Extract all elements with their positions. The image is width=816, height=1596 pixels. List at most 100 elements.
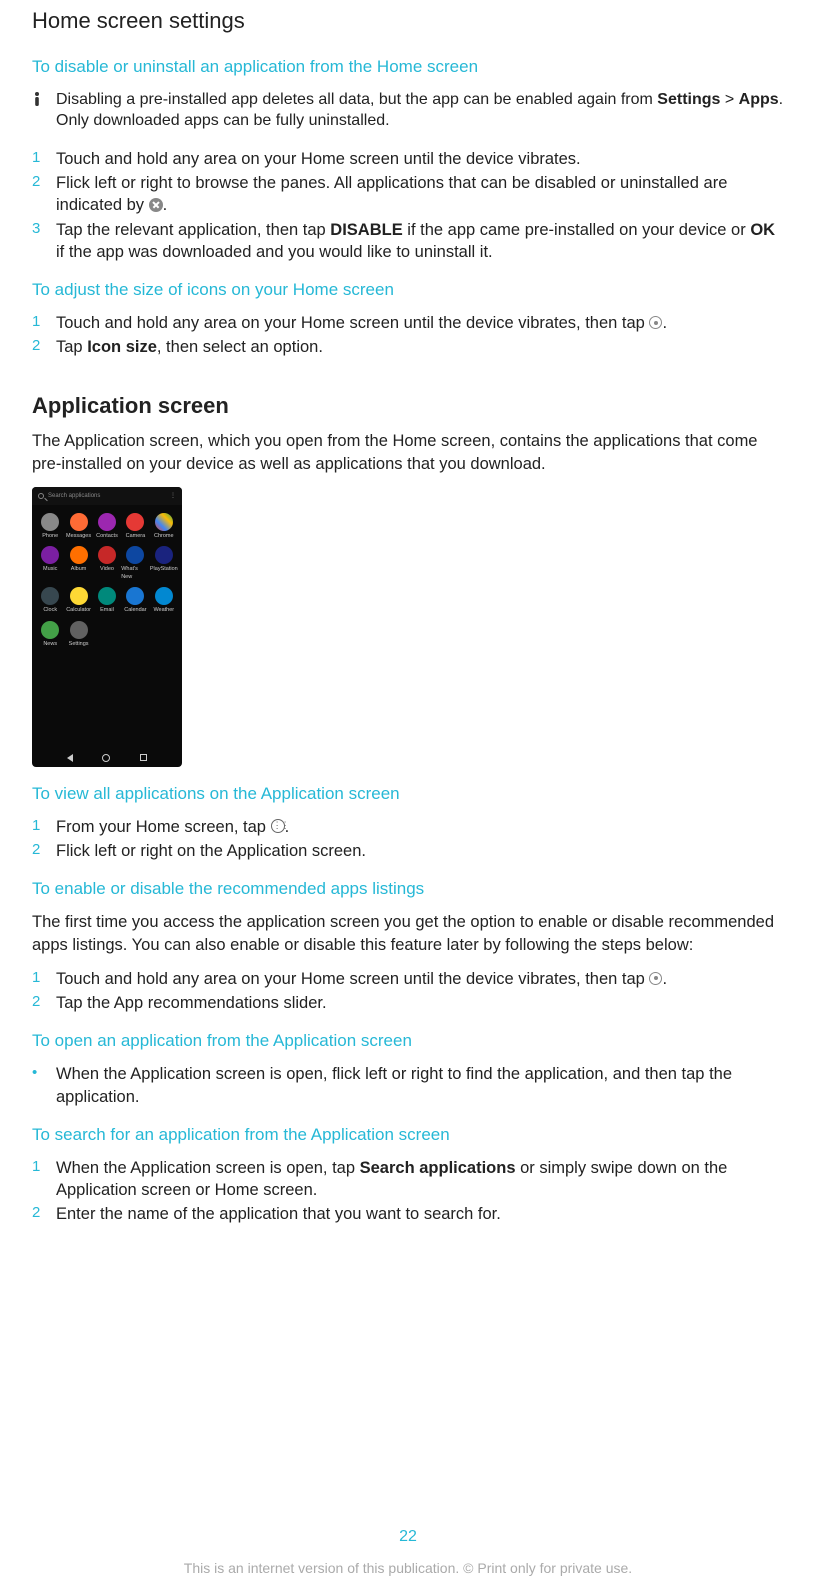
- section-heading-disable: To disable or uninstall an application f…: [32, 56, 784, 79]
- phone-search-text: Search applications: [48, 492, 100, 500]
- contacts-icon: [98, 513, 116, 531]
- step-number: 2: [32, 336, 46, 358]
- step-number: 1: [32, 1157, 46, 1202]
- step-text-part: if the app came pre-installed on your de…: [403, 221, 751, 239]
- app-label: Contacts: [96, 533, 118, 540]
- exclamation-icon: [32, 91, 46, 132]
- note-text-pre: Disabling a pre-installed app deletes al…: [56, 91, 657, 108]
- app-label: Weather: [153, 607, 174, 614]
- step-text: Touch and hold any area on your Home scr…: [56, 312, 784, 334]
- app-item: Calculator: [64, 587, 92, 614]
- app-item: PlayStation: [150, 546, 178, 581]
- steps-disable: 1 Touch and hold any area on your Home s…: [32, 148, 784, 263]
- step-number: 3: [32, 219, 46, 264]
- chrome-icon: [155, 513, 173, 531]
- step-text-part: Tap: [56, 338, 87, 356]
- playstation-icon: [155, 546, 173, 564]
- steps-recommended: 1 Touch and hold any area on your Home s…: [32, 968, 784, 1015]
- app-screen-screenshot: Search applications ⋮ Phone Messages Con…: [32, 487, 182, 767]
- step-number: 1: [32, 312, 46, 334]
- step-number: 2: [32, 172, 46, 217]
- note-row: Disabling a pre-installed app deletes al…: [32, 89, 784, 132]
- phone-nav-bar: [32, 749, 182, 767]
- section-heading-appscreen: Application screen: [32, 391, 784, 421]
- news-icon: [41, 621, 59, 639]
- step-text: Flick left or right to browse the panes.…: [56, 172, 784, 217]
- step-text: When the Application screen is open, tap…: [56, 1157, 784, 1202]
- app-item: Settings: [64, 621, 92, 648]
- step-number: 1: [32, 148, 46, 170]
- step-bold: Icon size: [87, 338, 157, 356]
- app-item: Chrome: [150, 513, 178, 540]
- app-label: Clock: [43, 607, 57, 614]
- email-icon: [98, 587, 116, 605]
- page-title: Home screen settings: [32, 6, 784, 36]
- step-text: From your Home screen, tap .: [56, 816, 784, 838]
- step-number: 2: [32, 840, 46, 862]
- page-number: 22: [0, 1526, 816, 1548]
- app-item: Album: [64, 546, 92, 581]
- step-number: 2: [32, 1203, 46, 1225]
- step-text-part: Touch and hold any area on your Home scr…: [56, 970, 649, 988]
- section-heading-iconsize: To adjust the size of icons on your Home…: [32, 279, 784, 302]
- app-label: What's New: [121, 566, 149, 581]
- app-item: What's New: [121, 546, 149, 581]
- appscreen-para: The Application screen, which you open f…: [32, 430, 784, 475]
- footer-text: This is an internet version of this publ…: [0, 1559, 816, 1578]
- section-heading-searchapp: To search for an application from the Ap…: [32, 1124, 784, 1147]
- phone-search-bar: Search applications ⋮: [32, 487, 182, 505]
- app-label: Calendar: [124, 607, 146, 614]
- section-heading-viewall: To view all applications on the Applicat…: [32, 783, 784, 806]
- step-text-part: When the Application screen is open, tap: [56, 1159, 360, 1177]
- step-number: 2: [32, 992, 46, 1014]
- album-icon: [70, 546, 88, 564]
- camera-icon: [126, 513, 144, 531]
- close-badge-icon: [149, 198, 163, 212]
- step-text-part: .: [662, 314, 667, 332]
- steps-viewall: 1 From your Home screen, tap . 2 Flick l…: [32, 816, 784, 863]
- step-text: Tap Icon size, then select an option.: [56, 336, 784, 358]
- app-item: Clock: [36, 587, 64, 614]
- note-settings: Settings: [657, 91, 720, 108]
- app-item: Video: [93, 546, 121, 581]
- app-label: Settings: [69, 641, 89, 648]
- weather-icon: [155, 587, 173, 605]
- steps-iconsize: 1 Touch and hold any area on your Home s…: [32, 312, 784, 359]
- settings-dot-icon: [649, 972, 662, 985]
- app-item: News: [36, 621, 64, 648]
- app-label: Calculator: [66, 607, 91, 614]
- whatsnew-icon: [126, 546, 144, 564]
- app-item: Camera: [121, 513, 149, 540]
- settings-dot-icon: [649, 316, 662, 329]
- app-label: PlayStation: [150, 566, 178, 573]
- step-text-part: .: [163, 196, 168, 214]
- note-text: Disabling a pre-installed app deletes al…: [56, 89, 784, 132]
- step-text: Touch and hold any area on your Home scr…: [56, 148, 784, 170]
- phone-icon: [41, 513, 59, 531]
- section-heading-recommended: To enable or disable the recommended app…: [32, 878, 784, 901]
- step-text: Tap the App recommendations slider.: [56, 992, 784, 1014]
- bullet-icon: •: [32, 1063, 46, 1108]
- step-text-part: .: [662, 970, 667, 988]
- step-text: Touch and hold any area on your Home scr…: [56, 968, 784, 990]
- app-item: Music: [36, 546, 64, 581]
- app-label: Phone: [42, 533, 58, 540]
- search-icon: [38, 493, 44, 499]
- app-label: News: [43, 641, 57, 648]
- recents-icon: [140, 754, 147, 761]
- calculator-icon: [70, 587, 88, 605]
- step-bold: Search applications: [360, 1159, 516, 1177]
- messages-icon: [70, 513, 88, 531]
- app-label: Email: [100, 607, 114, 614]
- step-text-part: From your Home screen, tap: [56, 818, 271, 836]
- step-bold: DISABLE: [330, 221, 402, 239]
- recommended-para: The first time you access the applicatio…: [32, 911, 784, 956]
- steps-searchapp: 1 When the Application screen is open, t…: [32, 1157, 784, 1226]
- app-grid: Phone Messages Contacts Camera Chrome Mu…: [32, 505, 182, 656]
- app-item: Calendar: [121, 587, 149, 614]
- app-label: Chrome: [154, 533, 174, 540]
- app-item: Messages: [64, 513, 92, 540]
- back-icon: [67, 754, 73, 762]
- music-icon: [41, 546, 59, 564]
- step-number: 1: [32, 816, 46, 838]
